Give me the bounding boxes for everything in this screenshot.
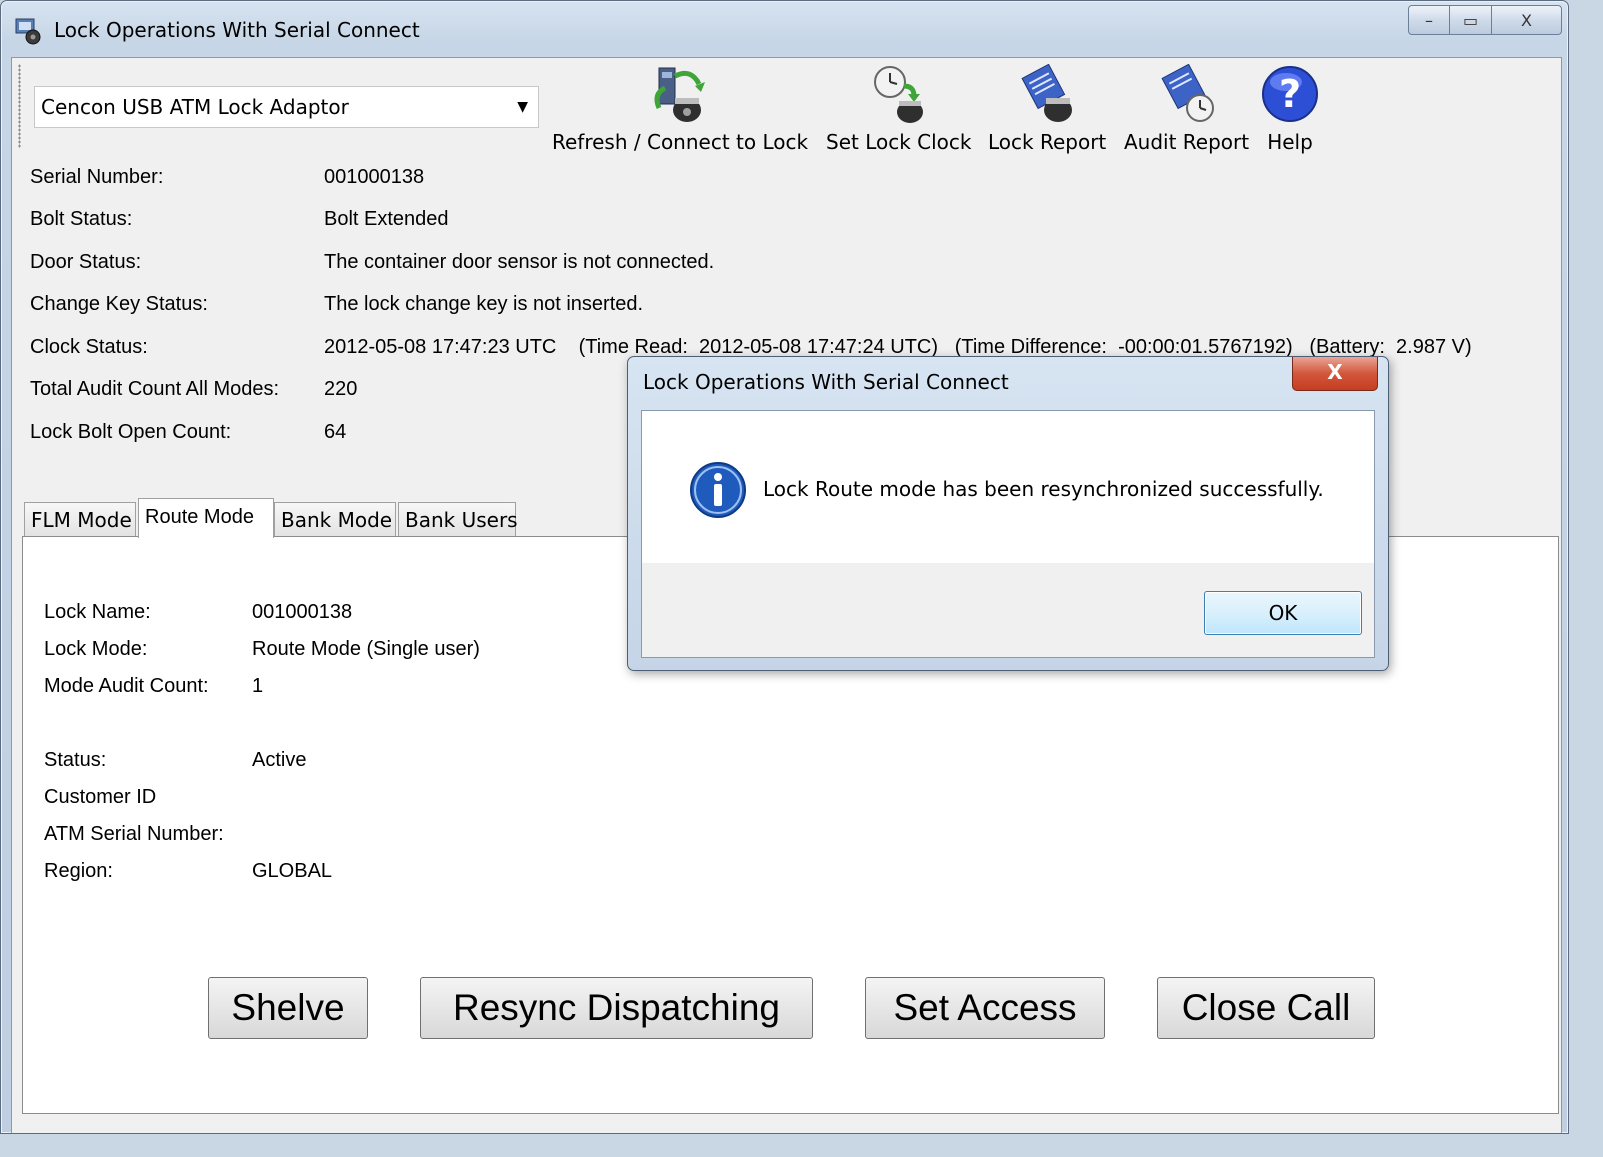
chevron-down-icon[interactable]: ▼	[517, 87, 528, 127]
info-icon	[690, 462, 746, 518]
mode-audit-count-value: 1	[252, 675, 264, 697]
refresh-connect-icon	[654, 67, 706, 122]
dialog-close-button[interactable]: X	[1292, 357, 1378, 391]
set-clock-icon	[873, 66, 923, 123]
customer-id-label: Customer ID	[44, 786, 157, 808]
set-access-button[interactable]: Set Access	[865, 977, 1105, 1039]
total-audit-count-label: Total Audit Count All Modes:	[30, 378, 280, 400]
serial-number-label: Serial Number:	[30, 166, 164, 188]
ok-button[interactable]: OK	[1204, 591, 1362, 635]
minimize-button[interactable]: –	[1408, 5, 1450, 35]
audit-report-label: Audit Report	[1124, 130, 1250, 154]
minimize-icon: –	[1425, 10, 1433, 30]
bolt-status-label: Bolt Status:	[30, 208, 133, 230]
lock-name-value: 001000138	[252, 601, 353, 623]
maximize-button[interactable]: ▭	[1450, 5, 1492, 35]
maximize-icon: ▭	[1462, 10, 1479, 30]
tab-route-mode[interactable]: Route Mode	[138, 498, 274, 538]
mode-audit-count-label: Mode Audit Count:	[44, 675, 209, 697]
resync-dispatching-button[interactable]: Resync Dispatching	[420, 977, 813, 1039]
dialog-body: Lock Route mode has been resynchronized …	[641, 410, 1375, 658]
region-value: GLOBAL	[252, 860, 333, 882]
lock-report-icon	[1021, 64, 1073, 122]
door-status-value: The container door sensor is not connect…	[324, 251, 715, 273]
tab-bank-mode[interactable]: Bank Mode	[274, 502, 396, 536]
bolt-open-count-value: 64	[324, 421, 347, 443]
door-status-label: Door Status:	[30, 251, 142, 273]
toolbar-grip[interactable]	[18, 64, 21, 148]
region-label: Region:	[44, 860, 113, 882]
refresh-connect-label: Refresh / Connect to Lock	[552, 130, 809, 154]
clock-status-label: Clock Status:	[30, 336, 148, 358]
status-value: Active	[252, 749, 307, 771]
message-dialog: Lock Operations With Serial Connect X Lo…	[627, 356, 1389, 671]
svg-text:?: ?	[1279, 72, 1301, 116]
close-button[interactable]: X	[1492, 5, 1562, 35]
close-icon: X	[1521, 10, 1532, 30]
help-icon: ?	[1262, 66, 1318, 122]
device-select[interactable]: Cencon USB ATM Lock Adaptor ▼	[34, 86, 539, 128]
audit-report-button[interactable]: Audit Report	[1124, 64, 1249, 154]
title-bar[interactable]: Lock Operations With Serial Connect – ▭ …	[1, 1, 1568, 57]
help-button[interactable]: ? Help	[1260, 64, 1320, 154]
lock-mode-label: Lock Mode:	[44, 638, 148, 660]
change-key-status-label: Change Key Status:	[30, 293, 208, 315]
serial-number-value: 001000138	[324, 166, 425, 188]
tab-bank-users[interactable]: Bank Users	[398, 502, 518, 536]
window-title: Lock Operations With Serial Connect	[54, 18, 420, 42]
change-key-status-value: The lock change key is not inserted.	[324, 293, 644, 315]
total-audit-count-value: 220	[324, 378, 358, 400]
set-lock-clock-button[interactable]: Set Lock Clock	[826, 64, 972, 154]
shelve-button[interactable]: Shelve	[208, 977, 368, 1039]
atm-serial-number-label: ATM Serial Number:	[44, 823, 224, 845]
help-label: Help	[1267, 130, 1313, 154]
lock-report-label: Lock Report	[988, 130, 1107, 154]
app-icon	[15, 18, 41, 45]
refresh-connect-button[interactable]: Refresh / Connect to Lock	[552, 64, 808, 154]
lock-mode-value: Route Mode (Single user)	[252, 638, 480, 660]
status-label: Status:	[44, 749, 107, 771]
dialog-message: Lock Route mode has been resynchronized …	[763, 477, 1324, 501]
audit-report-icon	[1160, 64, 1214, 122]
dialog-title: Lock Operations With Serial Connect	[643, 370, 1009, 394]
bolt-status-value: Bolt Extended	[324, 208, 449, 230]
lock-report-button[interactable]: Lock Report	[988, 64, 1106, 154]
close-icon: X	[1327, 360, 1343, 384]
lock-name-label: Lock Name:	[44, 601, 151, 623]
bolt-open-count-label: Lock Bolt Open Count:	[30, 421, 232, 443]
device-select-value: Cencon USB ATM Lock Adaptor	[41, 95, 349, 119]
set-lock-clock-label: Set Lock Clock	[826, 130, 972, 154]
tab-flm-mode[interactable]: FLM Mode	[24, 502, 136, 536]
close-call-button[interactable]: Close Call	[1157, 977, 1375, 1039]
